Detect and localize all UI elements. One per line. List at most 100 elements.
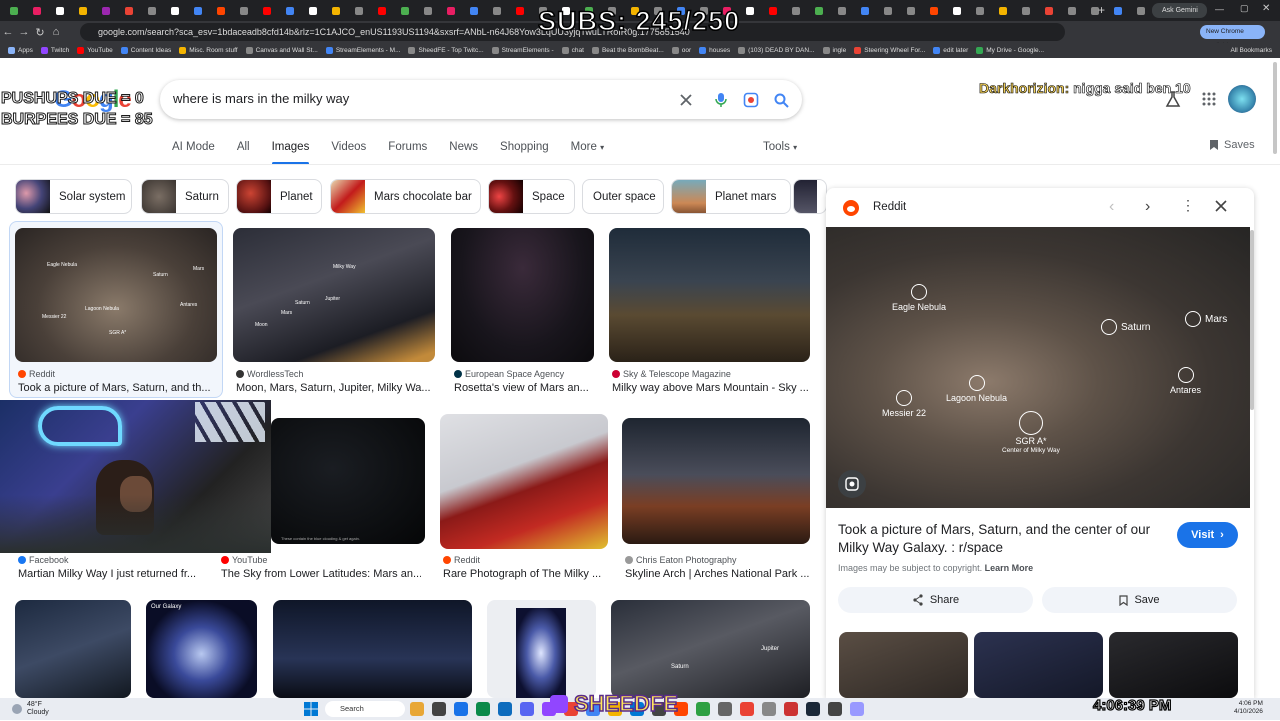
search-icon[interactable] [771,90,791,110]
result-image-8[interactable] [622,418,810,544]
browser-tab[interactable] [73,4,93,18]
lens-search-icon[interactable] [838,470,866,498]
lens-icon[interactable] [741,90,761,110]
taskbar-app-icon[interactable] [520,702,534,716]
browser-tab[interactable] [142,4,162,18]
browser-tab[interactable] [901,4,921,18]
ask-gemini-button[interactable]: Ask Gemini [1152,3,1207,18]
share-button[interactable]: Share [838,587,1033,613]
result-title-3[interactable]: Rosetta's view of Mars an... [454,382,594,394]
related-image-2[interactable] [974,632,1103,698]
bookmark-item[interactable]: ingle [822,47,846,54]
taskbar-app-icon[interactable] [498,702,512,716]
apps-bookmark[interactable]: Apps [8,47,33,54]
panel-scrollbar[interactable] [1250,230,1254,410]
chip-mars-chocolate-bar[interactable]: Mars chocolate bar [330,179,481,214]
tab-all[interactable]: All [237,141,250,157]
visit-button[interactable]: Visit › [1177,522,1238,548]
browser-tab[interactable] [786,4,806,18]
result-image-3[interactable] [451,228,594,362]
windows-start-icon[interactable] [304,702,318,716]
panel-image[interactable]: Eagle Nebula Saturn Mars Lagoon Nebula A… [826,227,1250,508]
browser-tab[interactable] [855,4,875,18]
weather-widget[interactable]: 48°F Cloudy [12,701,49,717]
result-image-9[interactable] [15,600,131,698]
result-title-5[interactable]: Martian Milky Way I just returned fr... [18,568,198,580]
bookmark-item[interactable]: (103) DEAD BY DAN... [738,47,815,54]
browser-tab[interactable] [4,4,24,18]
browser-tab[interactable] [27,4,47,18]
browser-tab[interactable] [349,4,369,18]
next-arrow-icon[interactable]: › [1145,198,1150,216]
minimize-button[interactable]: — [1215,4,1224,14]
bookmark-item[interactable]: Misc. Room stuff [179,47,238,54]
saves-button[interactable]: Saves [1209,139,1255,151]
learn-more-link[interactable]: Learn More [985,563,1034,573]
result-title-7[interactable]: Rare Photograph of The Milky ... [443,568,605,580]
browser-tab[interactable] [763,4,783,18]
save-button[interactable]: Save [1042,587,1237,613]
microphone-icon[interactable] [711,90,731,110]
browser-tab[interactable] [211,4,231,18]
tab-news[interactable]: News [449,141,478,157]
result-image-6[interactable]: These contain the blue clouding & get ag… [271,418,425,544]
bookmark-item[interactable]: houses [699,47,730,54]
bookmark-item[interactable]: YouTube [77,47,113,54]
forward-icon[interactable]: → [16,26,32,38]
bookmark-item[interactable]: chat [561,47,584,54]
related-image-1[interactable] [839,632,968,698]
bookmark-item[interactable]: StreamElements - [491,47,554,54]
result-image-13[interactable]: Saturn Jupiter [611,600,810,698]
close-window-button[interactable]: ✕ [1262,3,1270,14]
browser-tab[interactable] [234,4,254,18]
close-icon[interactable] [1215,199,1229,213]
browser-tab[interactable] [188,4,208,18]
apps-grid-icon[interactable] [1202,92,1216,106]
taskbar-search[interactable]: Search [325,701,405,717]
browser-tab[interactable] [510,4,530,18]
result-title-2[interactable]: Moon, Mars, Saturn, Jupiter, Milky Wa... [236,382,436,394]
browser-tab[interactable] [878,4,898,18]
tab-images[interactable]: Images [271,141,309,165]
bookmark-item[interactable]: Twitch [40,47,69,54]
taskbar-app-icon[interactable] [718,702,732,716]
browser-tab[interactable] [395,4,415,18]
browser-tab[interactable] [257,4,277,18]
browser-tab[interactable] [326,4,346,18]
bookmark-item[interactable]: My Drive - Google... [976,47,1044,54]
tab-forums[interactable]: Forums [388,141,427,157]
result-image-10[interactable]: Our Galaxy [146,600,257,698]
taskbar-app-icon[interactable] [476,702,490,716]
chip-planet-mars[interactable]: Planet mars [671,179,791,214]
result-title-8[interactable]: Skyline Arch | Arches National Park ... [625,568,810,580]
browser-tab[interactable] [924,4,944,18]
browser-tab[interactable] [418,4,438,18]
result-image-1[interactable]: Eagle Nebula Saturn Mars Lagoon Nebula A… [15,228,217,362]
browser-tab[interactable] [119,4,139,18]
bookmark-item[interactable]: SheedFE - Top Twitc... [408,47,484,54]
panel-title[interactable]: Took a picture of Mars, Saturn, and the … [838,521,1168,557]
browser-tab[interactable] [970,4,990,18]
browser-tab[interactable] [740,4,760,18]
tab-shopping[interactable]: Shopping [500,141,549,157]
maximize-button[interactable]: ▢ [1240,3,1249,14]
browser-tab[interactable] [280,4,300,18]
chip-outer-space[interactable]: Outer space [582,179,664,214]
all-bookmarks[interactable]: All Bookmarks [1230,47,1272,54]
taskbar-app-icon[interactable] [410,702,424,716]
browser-tab[interactable] [441,4,461,18]
home-icon[interactable]: ⌂ [48,26,64,38]
tab-more[interactable]: More ▾ [571,141,604,157]
browser-tab[interactable] [832,4,852,18]
chip-more[interactable] [793,179,827,214]
bookmark-item[interactable]: Canvas and Wall St... [245,47,318,54]
chip-space[interactable]: Space [488,179,575,214]
taskbar-app-icon[interactable] [806,702,820,716]
bookmark-item[interactable]: edit later [933,47,968,54]
bookmark-item[interactable]: StreamElements - M... [325,47,400,54]
search-box[interactable]: where is mars in the milky way [160,80,802,119]
browser-tab[interactable] [1016,4,1036,18]
browser-tab[interactable] [487,4,507,18]
taskbar-app-icon[interactable] [850,702,864,716]
more-options-icon[interactable]: ⋮ [1181,197,1195,214]
